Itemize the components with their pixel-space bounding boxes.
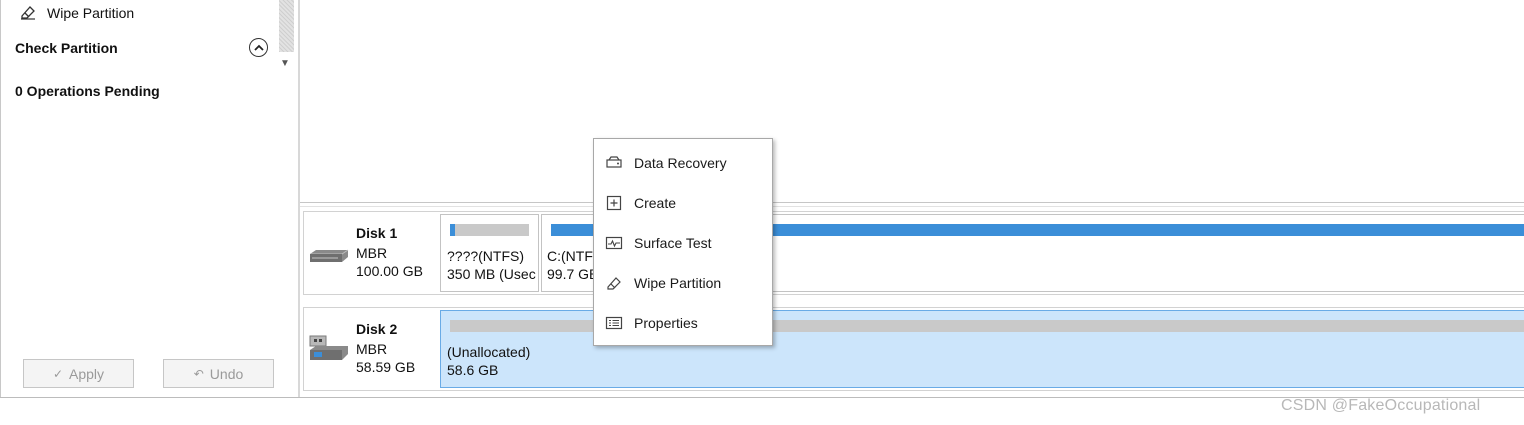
menu-item-label: Properties: [634, 315, 698, 331]
sidebar-divider[interactable]: [298, 0, 300, 397]
sidebar-scrollbar[interactable]: ▼: [278, 0, 296, 77]
partition-label: ????(NTFS): [447, 248, 525, 264]
scrollbar-thumb[interactable]: [279, 0, 294, 52]
partition-label: (Unallocated): [447, 344, 531, 360]
usage-bar: [450, 224, 529, 236]
disk-size: 58.59 GB: [356, 359, 416, 375]
menu-item-label: Wipe Partition: [634, 275, 722, 291]
disk-info: Disk 2 MBR 58.59 GB: [304, 308, 439, 390]
eraser-icon: [19, 4, 37, 23]
scroll-down-arrow-icon[interactable]: ▼: [280, 58, 290, 69]
disk-name: Disk 2: [356, 321, 398, 337]
partition-size: 350 MB (Usec: [447, 266, 536, 282]
sidebar-item-label: Wipe Partition: [47, 5, 135, 21]
usage-fill: [450, 224, 455, 236]
pane-separator: [300, 202, 1524, 203]
operations-pending-label: 0 Operations Pending: [15, 83, 160, 99]
pane-separator-shadow: [300, 206, 1524, 207]
menu-item-wipe-partition[interactable]: Wipe Partition: [595, 263, 771, 303]
disk-row-2[interactable]: Disk 2 MBR 58.59 GB (Unallocated) 58.6 G…: [303, 307, 1524, 391]
disk-type: MBR: [356, 341, 388, 357]
disk-name: Disk 1: [356, 225, 398, 241]
undo-button[interactable]: ↶ Undo: [163, 359, 274, 388]
menu-item-create[interactable]: Create: [595, 183, 771, 223]
partition-context-menu: Data Recovery Create Surface Test Wipe P…: [593, 138, 773, 346]
list-icon: [604, 315, 624, 331]
disk-type: MBR: [356, 245, 388, 261]
collapse-section-button[interactable]: [249, 38, 268, 57]
check-partition-heading: Check Partition: [15, 40, 118, 56]
disk-info: Disk 1 MBR 100.00 GB: [304, 212, 439, 294]
menu-item-surface-test[interactable]: Surface Test: [595, 223, 771, 263]
chevron-up-icon: [253, 44, 264, 51]
menu-item-data-recovery[interactable]: Data Recovery: [595, 143, 771, 183]
checkmark-icon: ✓: [52, 366, 64, 381]
apply-button-label: Apply: [69, 365, 105, 382]
pulse-icon: [604, 235, 624, 251]
partition-label: C:(NTF: [547, 248, 593, 264]
menu-item-label: Create: [634, 195, 677, 211]
drive-icon: [604, 155, 624, 171]
menu-item-label: Data Recovery: [634, 155, 727, 171]
operations-sidebar: Wipe Partition Check Partition 0 Operati…: [1, 0, 298, 397]
undo-arrow-icon: ↶: [193, 366, 204, 381]
menu-item-label: Surface Test: [634, 235, 712, 251]
disk-row-1[interactable]: Disk 1 MBR 100.00 GB ????(NTFS) 350 MB (…: [303, 211, 1524, 295]
eraser-icon: [604, 275, 624, 291]
partition-size: 58.6 GB: [447, 362, 499, 378]
partition-system-reserved[interactable]: ????(NTFS) 350 MB (Usec: [440, 214, 539, 292]
sidebar-item-wipe-partition[interactable]: Wipe Partition: [19, 3, 134, 23]
hard-disk-icon: [308, 248, 350, 271]
watermark-text: CSDN @FakeOccupational: [1281, 397, 1481, 414]
plus-box-icon: [604, 195, 624, 211]
disk-size: 100.00 GB: [356, 263, 423, 279]
partition-size: 99.7 GB: [547, 266, 599, 282]
usb-disk-icon: [308, 334, 350, 369]
undo-button-label: Undo: [209, 365, 244, 382]
apply-button[interactable]: ✓ Apply: [23, 359, 134, 388]
menu-item-properties[interactable]: Properties: [595, 303, 771, 343]
